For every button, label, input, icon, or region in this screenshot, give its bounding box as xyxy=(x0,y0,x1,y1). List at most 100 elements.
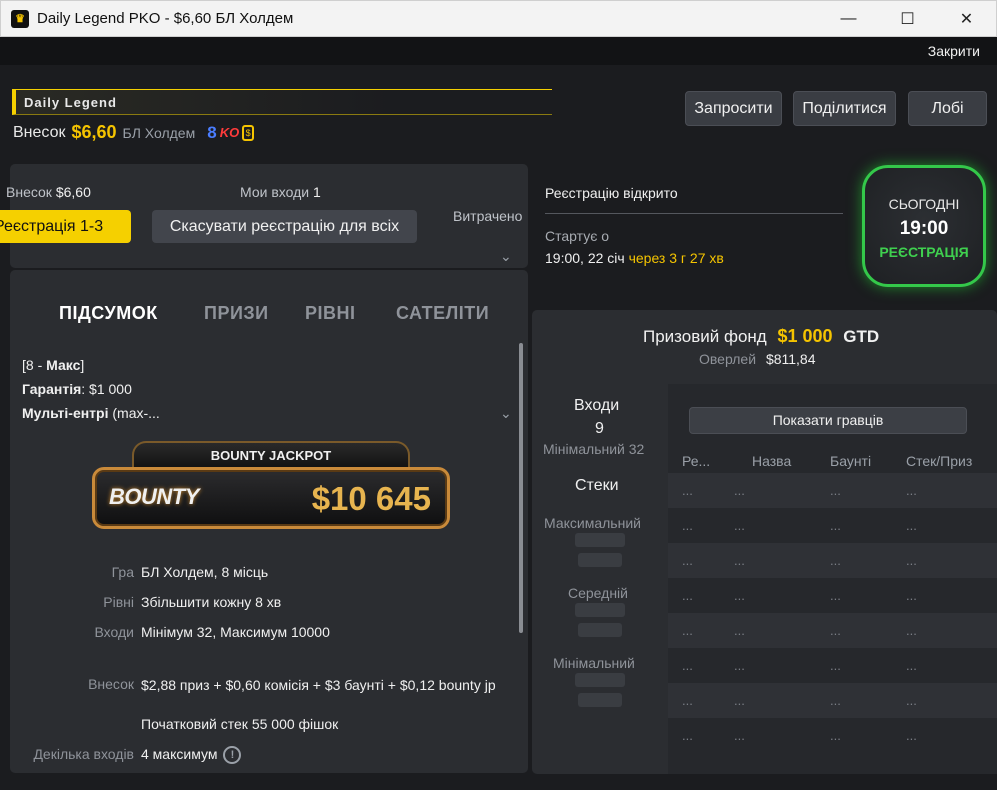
show-players-button[interactable]: Показати гравців xyxy=(689,407,967,434)
table-cell: ... xyxy=(830,483,841,498)
table-cell: ... xyxy=(734,553,745,568)
registration-status: Реєстрацію відкрито xyxy=(545,185,678,201)
table-row[interactable]: ... ... ... ... xyxy=(668,718,997,753)
table-cell: ... xyxy=(906,728,917,743)
table-row[interactable]: ... ... ... ... xyxy=(668,543,997,578)
starts-in: через 3 г 27 хв xyxy=(628,250,724,266)
entries-label: Входи xyxy=(574,397,620,414)
table-cell: ... xyxy=(734,483,745,498)
table-cell: ... xyxy=(830,658,841,673)
window-title: Daily Legend PKO - $6,60 БЛ Холдем xyxy=(37,10,294,27)
table-cell: ... xyxy=(734,518,745,533)
table-row[interactable]: ... ... ... ... xyxy=(668,613,997,648)
bounty-logo: BOUNTY xyxy=(109,484,199,509)
table-cell: ... xyxy=(734,623,745,638)
stack-min-placeholder-2 xyxy=(578,693,622,707)
table-cell: ... xyxy=(906,518,917,533)
multi-entry-line: Мульті-ентрі (max-... xyxy=(22,405,160,421)
guarantee-value: : $1 000 xyxy=(81,381,132,397)
bounty-jackpot-amount: $10 645 xyxy=(311,480,431,517)
tournament-logo-bar: Daily Legend xyxy=(12,89,552,115)
start-clock-badge: СЬОГОДНІ 19:00 РЕЄСТРАЦІЯ xyxy=(862,165,986,287)
entries-minimum: Мінімальний 32 xyxy=(543,441,645,457)
summary-scrollbar[interactable] xyxy=(519,343,523,633)
stack-avg-placeholder xyxy=(575,603,625,617)
tab-levels[interactable]: РІВНІ xyxy=(305,303,356,324)
table-row[interactable]: ... ... ... ... xyxy=(668,578,997,613)
clock-status: РЕЄСТРАЦІЯ xyxy=(879,244,969,260)
column-stack-prize[interactable]: Стек/Приз xyxy=(906,453,972,469)
maximize-button[interactable]: ☐ xyxy=(878,1,937,37)
table-row[interactable]: ... ... ... ... xyxy=(668,648,997,683)
table-cell: ... xyxy=(734,658,745,673)
detail-reentry-label: Декілька входів xyxy=(33,746,134,762)
detail-entries-label: Входи xyxy=(94,624,135,640)
ko-number: 8 xyxy=(207,122,217,142)
starts-label: Стартує о xyxy=(545,228,610,244)
minimize-button[interactable]: — xyxy=(819,1,878,37)
entries-value: 9 xyxy=(595,420,604,437)
bounty-jackpot-box: BOUNTY $10 645 xyxy=(92,467,450,529)
guarantee-line: Гарантія: $1 000 xyxy=(22,381,132,397)
lobby-button[interactable]: Лобі xyxy=(908,91,987,126)
table-cell: ... xyxy=(906,483,917,498)
register-button-label: Реєстрація 1-3 xyxy=(0,217,104,235)
clock-day: СЬОГОДНІ xyxy=(888,196,960,212)
cancel-all-registration-button[interactable]: Скасувати реєстрацію для всіх xyxy=(152,210,417,243)
info-icon[interactable]: ! xyxy=(223,746,242,765)
table-row[interactable]: ... ... ... ... xyxy=(668,508,997,543)
table-cell: ... xyxy=(830,588,841,603)
invite-button[interactable]: Запросити xyxy=(685,91,782,126)
prize-pool-gtd: GTD xyxy=(843,327,880,346)
tab-prizes[interactable]: ПРИЗИ xyxy=(204,303,269,324)
my-entries-label: Мои входи xyxy=(240,184,310,200)
buyin-line: Внесок $6,60 БЛ Холдем 8 KO $ xyxy=(13,122,255,143)
table-row[interactable]: ... ... ... ... xyxy=(668,473,997,508)
stacks-label: Стеки xyxy=(575,477,619,494)
detail-reentry-value: 4 максимум xyxy=(141,746,218,762)
tab-satellites[interactable]: САТЕЛІТИ xyxy=(396,303,489,324)
table-cell: ... xyxy=(734,728,745,743)
table-cell: ... xyxy=(682,588,693,603)
share-button[interactable]: Поділитися xyxy=(793,91,896,126)
column-rank[interactable]: Ре... xyxy=(682,453,710,469)
fee-value: $6,60 xyxy=(55,184,91,200)
detail-reentry-row: 4 максимум! xyxy=(141,746,242,765)
column-name[interactable]: Назва xyxy=(752,453,791,469)
max-seats-bold: Макс xyxy=(46,357,81,373)
stack-min-label: Мінімальний xyxy=(553,655,635,671)
stack-max-placeholder xyxy=(575,533,625,547)
detail-fee-value: $2,88 приз + $0,60 комісія + $3 баунті +… xyxy=(141,677,496,693)
buyin-amount: $6,60 xyxy=(71,122,117,142)
detail-levels-value: Збільшити кожну 8 хв xyxy=(141,594,282,610)
detail-starting-stack: Початковий стек 55 000 фішок xyxy=(141,716,339,732)
table-cell: ... xyxy=(682,693,693,708)
ko-badge: 8 KO $ xyxy=(207,122,255,143)
fee-row: Внесок $6,60 xyxy=(6,184,91,200)
register-button[interactable]: Реєстрація 1-3 xyxy=(0,210,131,243)
close-link[interactable]: Закрити xyxy=(928,43,980,59)
detail-game-label: Гра xyxy=(111,564,134,580)
expand-summary-chevron-icon[interactable]: ⌄ xyxy=(500,405,512,422)
detail-game-value: БЛ Холдем, 8 місць xyxy=(141,564,269,580)
chevron-down-icon[interactable]: ⌄ xyxy=(500,248,512,265)
table-cell: ... xyxy=(906,693,917,708)
close-window-button[interactable]: ✕ xyxy=(937,1,996,37)
table-cell: ... xyxy=(830,553,841,568)
table-cell: ... xyxy=(906,623,917,638)
table-row[interactable]: ... ... ... ... xyxy=(668,683,997,718)
prize-pool-row: Призовий фонд $1 000 GTD xyxy=(643,326,879,347)
column-bounty[interactable]: Баунті xyxy=(830,453,871,469)
table-cell: ... xyxy=(906,658,917,673)
status-divider xyxy=(545,213,843,214)
multi-entry-value: (max-... xyxy=(108,405,160,421)
detail-entries-value: Мінімум 32, Максимум 10000 xyxy=(141,624,330,640)
stack-max-placeholder-2 xyxy=(578,553,622,567)
starts-value: 19:00, 22 січ xyxy=(545,250,625,266)
tab-summary[interactable]: ПІДСУМОК xyxy=(59,303,158,324)
table-cell: ... xyxy=(830,623,841,638)
prize-pool-label: Призовий фонд xyxy=(643,327,767,346)
stack-max-label: Максимальний xyxy=(544,515,641,531)
bounty-jackpot-banner: BOUNTY JACKPOT BOUNTY $10 645 xyxy=(92,441,450,531)
app-logo-icon: ♛ xyxy=(11,9,29,28)
